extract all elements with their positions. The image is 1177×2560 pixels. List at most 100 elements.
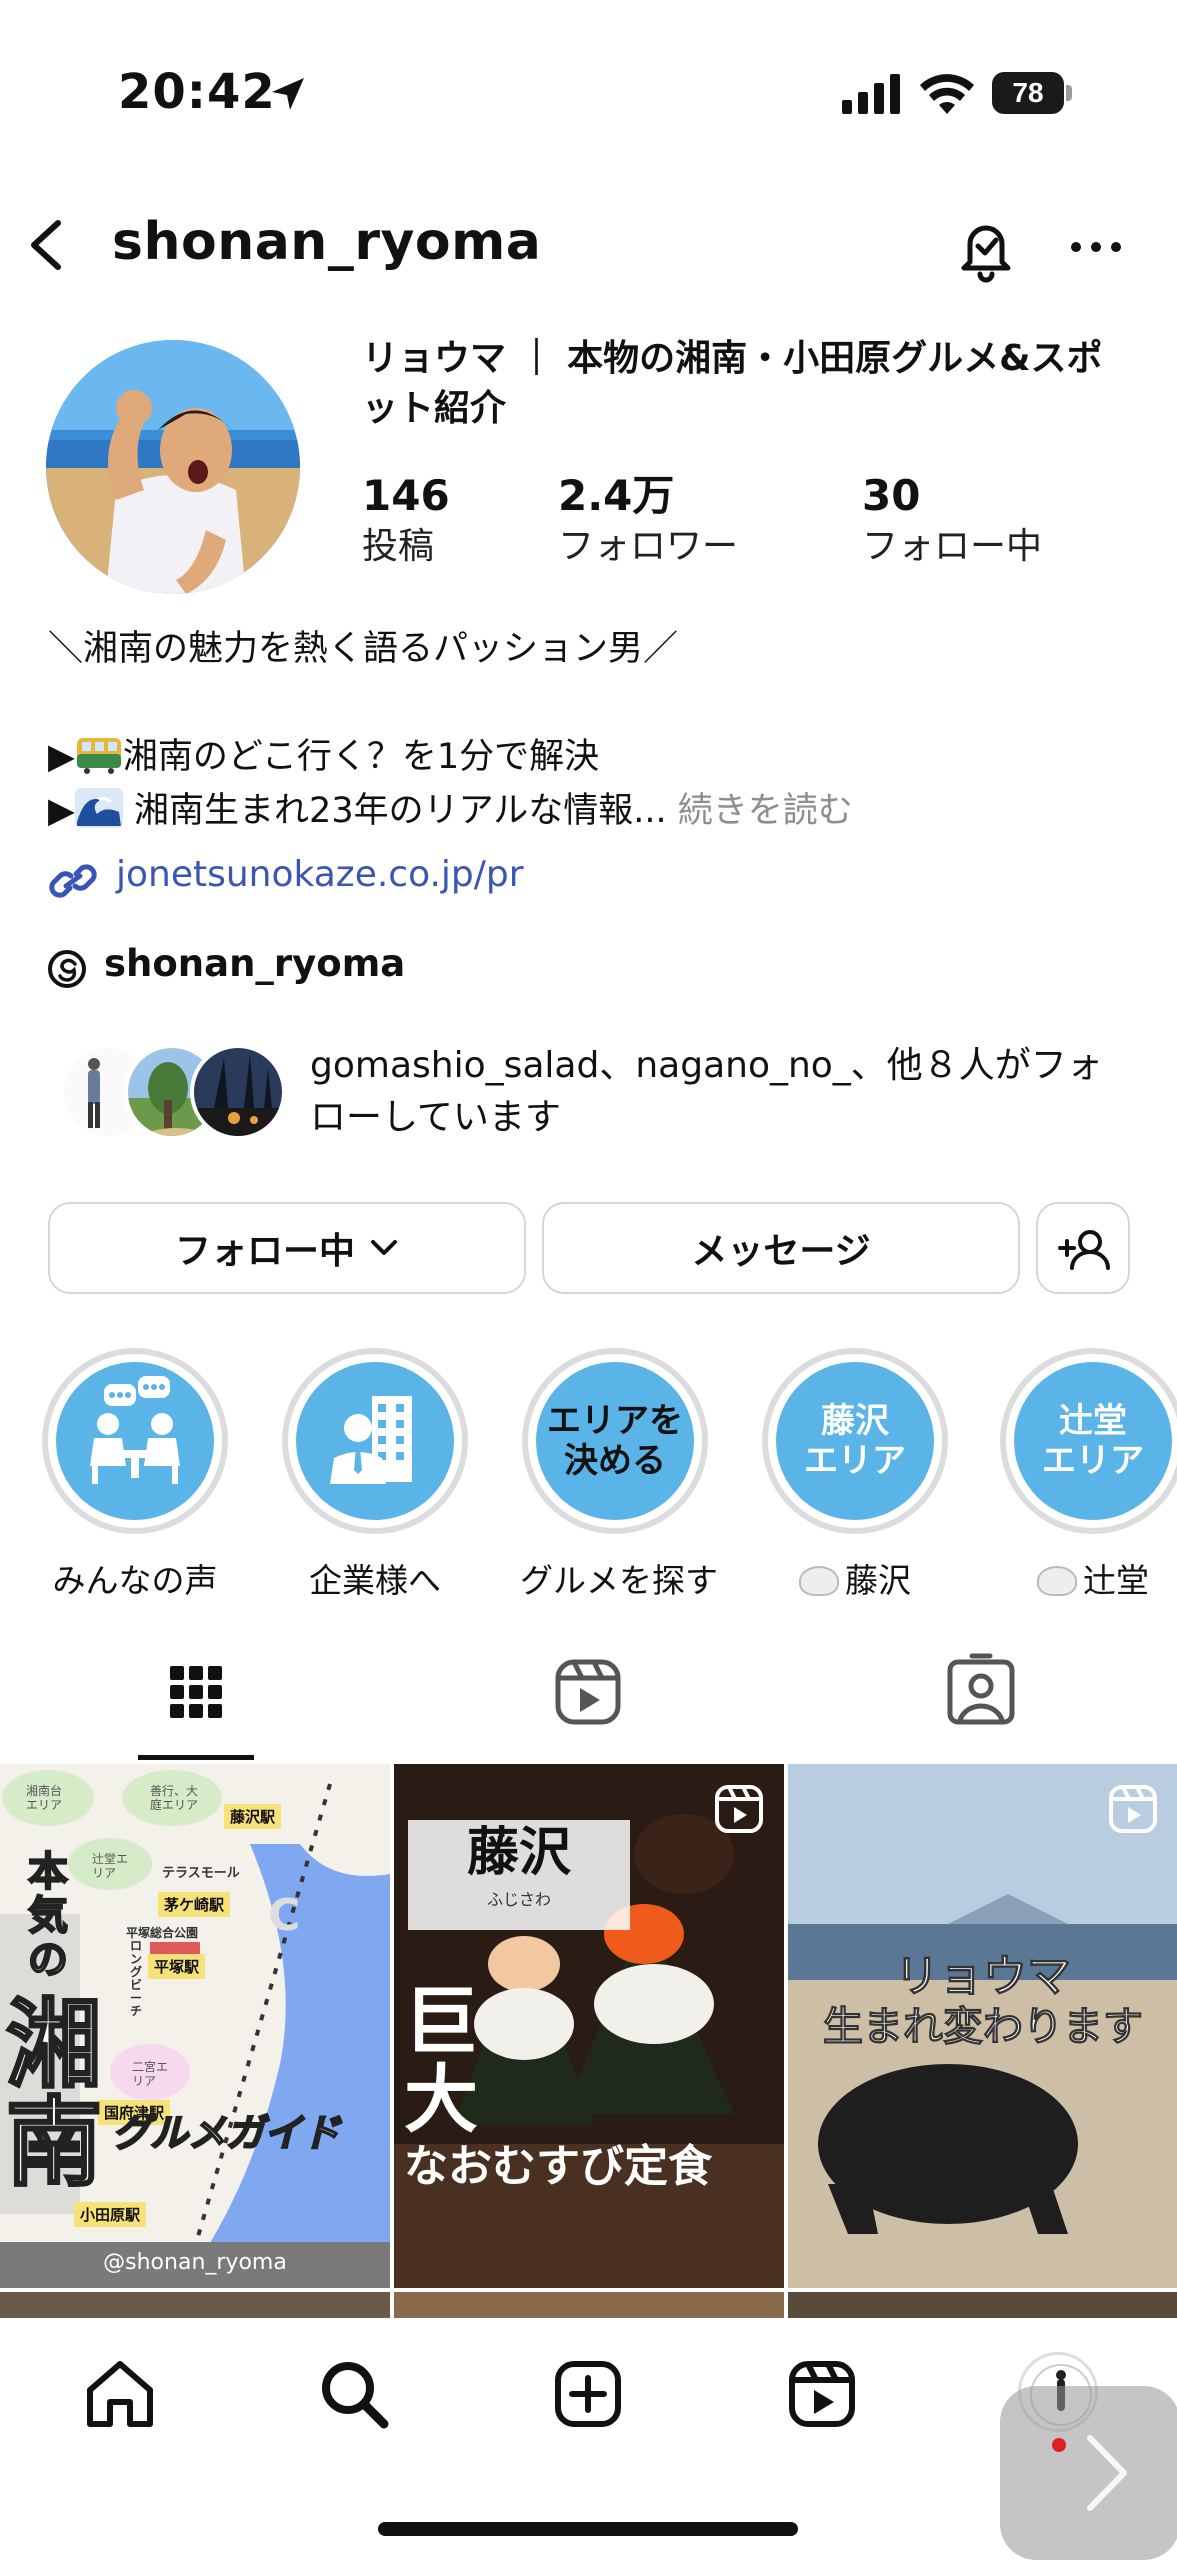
train-emoji-icon [75,734,123,774]
followers-label: フォロワー [558,526,739,567]
post-title-main: 湘南 [5,1988,104,2199]
highlight-cover-text: 藤沢 エリア [804,1401,906,1481]
tab-tagged[interactable] [922,1640,1038,1760]
home-indicator [378,2522,798,2536]
highlight-fujisawa[interactable]: 藤沢 エリア 藤沢 [760,1348,950,1602]
message-button[interactable]: メッセージ [542,1202,1020,1294]
followers-stat[interactable]: 2.4万 フォロワー [558,470,738,572]
post-station-label: 小田原駅 [74,2202,147,2227]
post-tag-sub: ふじさわ [486,1890,551,1909]
website-link[interactable]: jonetsunokaze.co.jp/pr [116,854,524,895]
active-tab-indicator [138,1755,254,1760]
tagged-icon [947,1653,1015,1725]
notification-bell-icon[interactable] [950,212,1022,284]
reel-badge-icon [1109,1785,1157,1833]
battery-indicator: 78 [992,72,1072,114]
post-handle: @shonan_ryoma [103,2250,287,2275]
highlight-gourmet[interactable]: エリアを 決める グルメを探す [520,1348,718,1602]
mutual-followers-text[interactable]: gomashio_salad、nagano_no_、他８人がフォローしています [310,1040,1130,1144]
following-button-label: フォロー中 [174,1231,355,1272]
link-icon [49,864,97,898]
tab-reels[interactable] [530,1640,646,1760]
signal-icon [842,74,900,114]
posts-stat[interactable]: 146 投稿 [362,470,450,572]
profile-photo [46,340,300,594]
highlight-voices[interactable]: みんなの声 [40,1348,230,1602]
notification-dot [1052,2438,1066,2452]
back-arrow-icon[interactable] [22,215,70,275]
following-button[interactable]: フォロー中 [48,1202,526,1294]
reels-icon [555,1659,621,1725]
wifi-icon [920,74,974,114]
highlight-cover-text: 辻堂 エリア [1042,1401,1144,1481]
bio-line-2: ▶ 湘南のどこ行く？を1分で解決 [48,730,1128,784]
highlight-business[interactable]: 企業様へ [280,1348,470,1602]
post-station-label: 藤沢駅 [224,1804,282,1829]
message-button-label: メッセージ [691,1231,871,1272]
suggested-users-button[interactable] [1036,1202,1130,1294]
status-bar: 20:42 78 [0,0,1177,190]
highlight-label: 企業様へ [309,1561,441,1600]
post-title-vertical: 本気の [27,1848,69,1983]
grid-icon [170,1666,222,1718]
highlight-label: グルメを探す [520,1561,718,1600]
tab-grid[interactable] [138,1640,254,1760]
following-count: 30 [862,471,921,520]
threads-icon [48,950,86,988]
profile-bio: ＼湘南の魅力を熱く語るパッション男／ ▶ 湘南のどこ行く？を1分で解決 ▶ 湘南生… [48,622,1128,838]
post-onigiri[interactable]: 藤沢 ふじさわ 巨 大 なおむすび定食 [394,1764,784,2288]
rice-bowl-icon [1037,1566,1077,1596]
mutual-avatar-3 [190,1044,286,1140]
businessman-icon [330,1396,412,1484]
following-stat[interactable]: 30 フォロー中 [862,470,1042,572]
post-map-letter: C [268,1890,301,1941]
create-icon[interactable] [550,2356,626,2432]
chevron-right-icon [1087,2435,1127,2511]
followers-count: 2.4万 [558,471,675,520]
battery-level: 78 [992,72,1064,114]
profile-display-name: リョウマ ｜ 本物の湘南・小田原グルメ&スポット紹介 [362,338,1103,429]
post-map-label: テラスモール [162,1866,240,1881]
post-subtitle: グルメガイド [111,2110,341,2156]
profile-avatar[interactable] [46,340,300,594]
more-options-icon[interactable] [1068,232,1124,262]
post-title-2: 生まれ変わります [823,2003,1144,2051]
post-area-label: 善行、大庭エリア [150,1784,199,1812]
page-title-username: shonan_ryoma [112,212,542,272]
reels-icon[interactable] [784,2356,860,2432]
search-icon[interactable] [316,2356,392,2432]
mutual-followers-avatars[interactable] [60,1044,300,1144]
rice-bowl-icon [799,1566,839,1596]
bio-line-3: ▶ 湘南生まれ23年のリアルな情報... 続きを読む [48,784,1128,838]
highlight-label: みんなの声 [52,1561,218,1600]
post-title-c: なおむすび定食 [404,2141,712,2192]
assistive-touch-button[interactable] [1000,2386,1177,2560]
posts-label: 投稿 [362,526,435,567]
highlight-tsujido[interactable]: 辻堂 エリア 辻堂 [998,1348,1177,1602]
post-shonan-guide[interactable]: 湘南台エリア 善行、大庭エリア 辻堂エリア 二宮エリア 藤沢駅 茅ケ崎駅 平塚駅… [0,1764,390,2288]
post-tag-box: 藤沢 ふじさわ [408,1820,630,1930]
home-icon[interactable] [82,2356,158,2432]
post-area-label: 二宮エリア [132,2060,169,2088]
posts-count: 146 [362,471,450,520]
highlight-label: 辻堂 [998,1554,1177,1602]
reel-badge-icon [715,1785,763,1833]
post-reborn[interactable]: リョウマ 生まれ変わります [788,1764,1177,2288]
post-station-label: 茅ケ崎駅 [158,1892,231,1917]
bio-line-1: ＼湘南の魅力を熱く語るパッション男／ [48,629,679,669]
post-area-label: 湘南台エリア [26,1784,63,1812]
threads-username[interactable]: shonan_ryoma [104,942,405,985]
post-area-label: 辻堂エリア [92,1852,129,1880]
highlight-label: 藤沢 [760,1554,950,1602]
wave-emoji-icon [74,788,123,828]
chevron-down-icon [371,1240,397,1255]
highlight-cover-text: エリアを 決める [547,1401,683,1481]
status-time: 20:42 [118,64,276,120]
people-chat-icon [90,1376,180,1484]
read-more-link[interactable]: 続きを読む [667,791,853,831]
post-tag-main: 藤沢 [466,1822,571,1883]
add-person-icon [1058,1230,1110,1270]
following-label: フォロー中 [862,526,1043,567]
location-arrow-icon [272,78,304,110]
post-station-label: 平塚駅 [148,1954,206,1979]
